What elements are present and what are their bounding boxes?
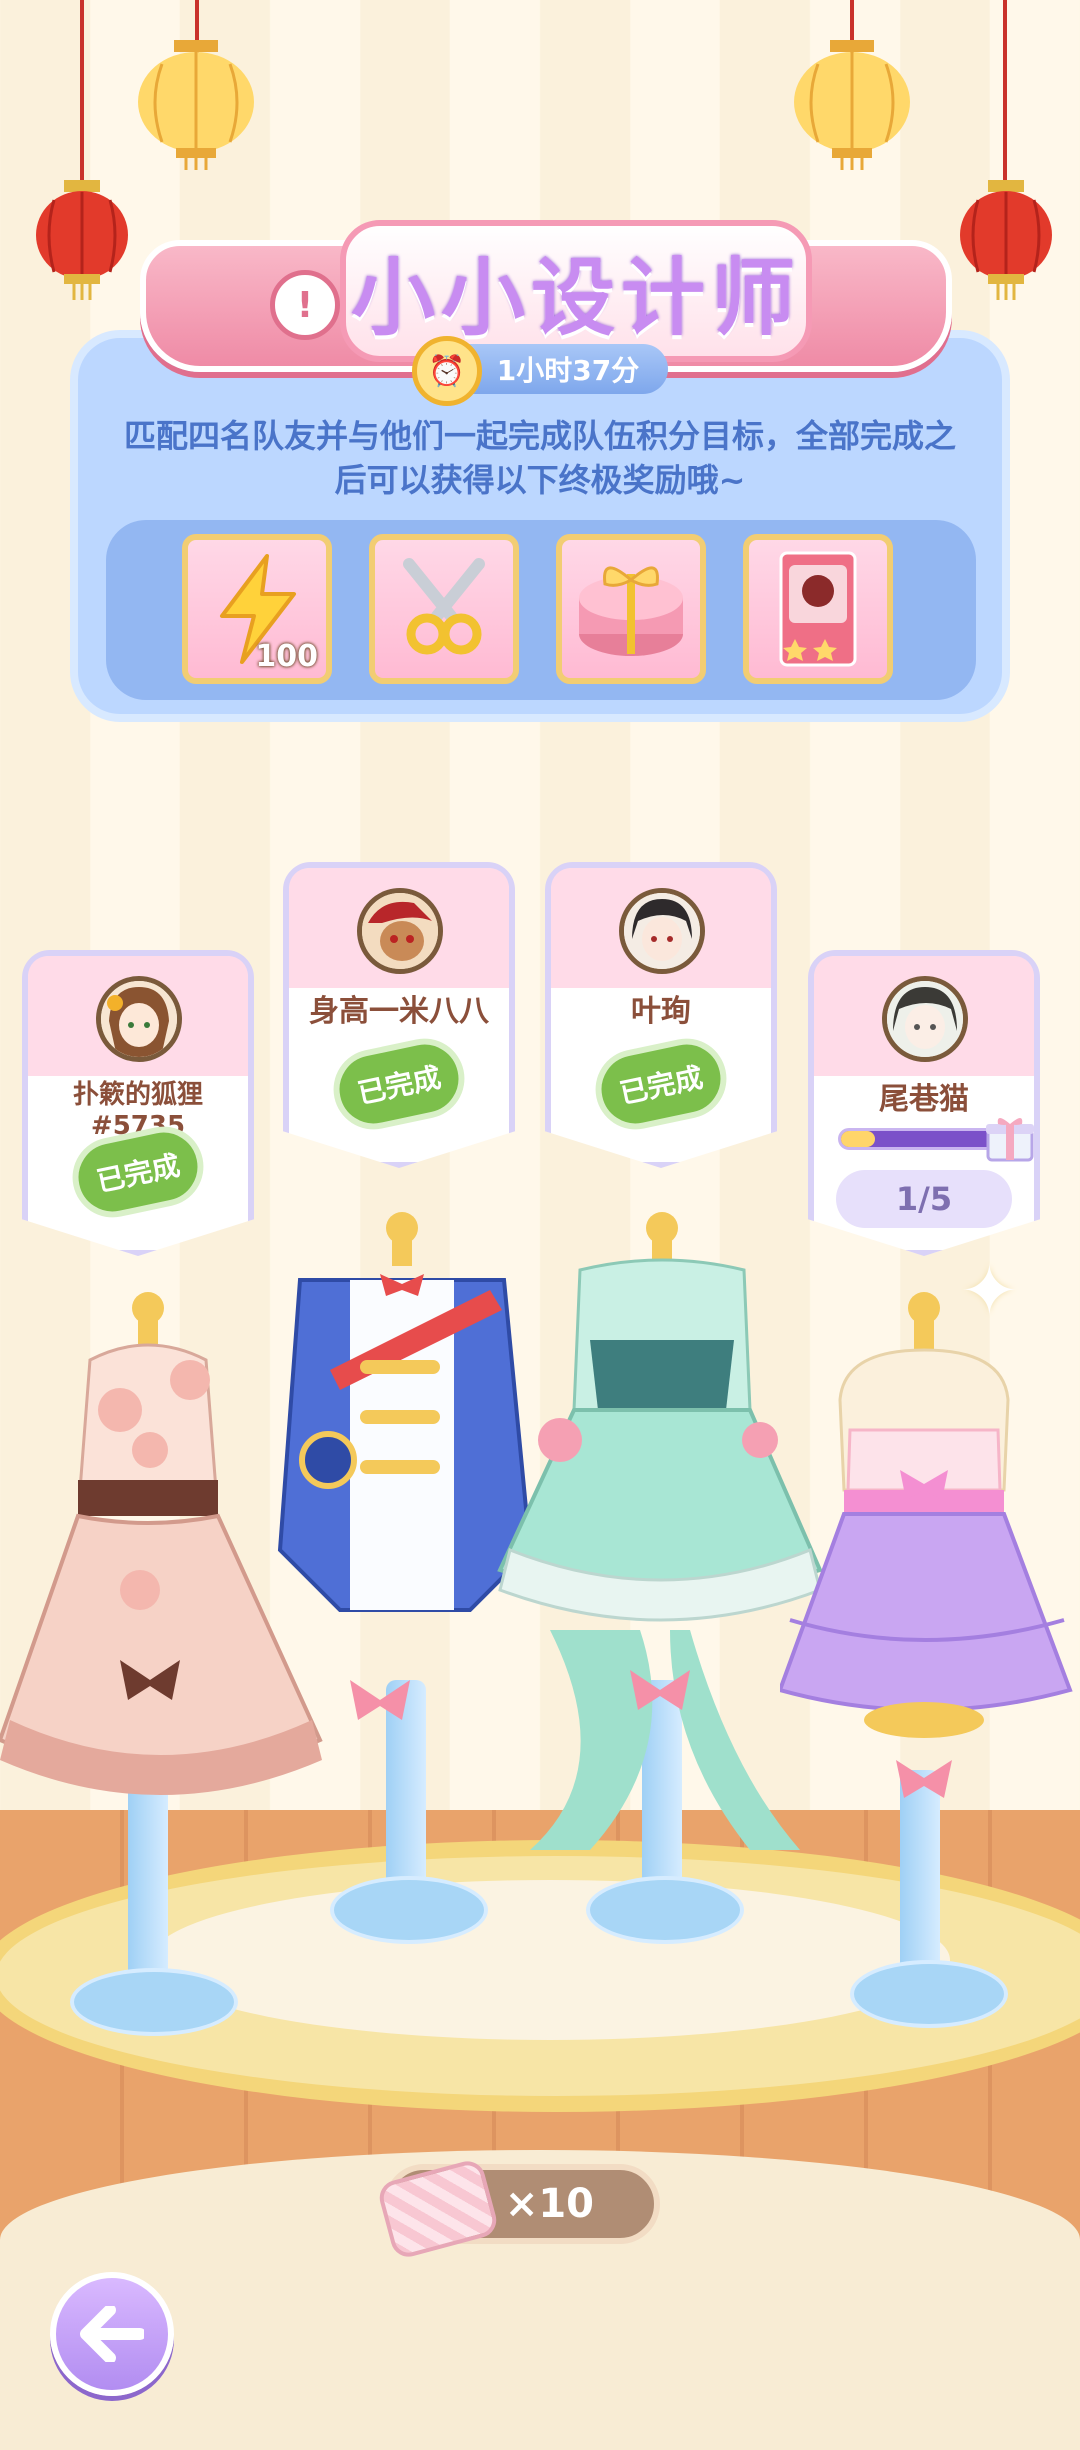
red-lantern-icon xyxy=(36,180,128,300)
completed-stamp: 已完成 xyxy=(588,1031,734,1137)
avatar xyxy=(96,976,182,1062)
stand-base xyxy=(330,1876,488,1944)
progress-count: 1/5 xyxy=(836,1170,1012,1228)
mint-dress-mannequin-icon[interactable] xyxy=(470,1210,830,1870)
member-name: 叶珣 xyxy=(631,994,691,1029)
progress-fill xyxy=(841,1131,875,1147)
stand-base xyxy=(70,1968,238,2036)
reward-count: 100 xyxy=(255,639,318,674)
reward-item-gift-cake[interactable] xyxy=(556,534,706,684)
avatar-portrait-icon xyxy=(887,981,963,1057)
member-card-3[interactable]: 叶珣 已完成 xyxy=(545,862,777,1168)
reward-item-scissors[interactable] xyxy=(369,534,519,684)
event-title: 小小设计师 xyxy=(340,220,812,362)
member-card-4[interactable]: 尾巷猫 1/5 xyxy=(808,950,1040,1256)
avatar xyxy=(619,888,705,974)
alarm-clock-icon: ⏰ xyxy=(412,336,482,406)
avatar-portrait-icon xyxy=(624,893,700,969)
card-pack-icon xyxy=(779,551,857,667)
avatar xyxy=(357,888,443,974)
avatar-portrait-icon xyxy=(362,893,438,969)
event-description: 匹配四名队友并与他们一起完成队伍积分目标，全部完成之后可以获得以下终极奖励哦~ xyxy=(123,417,956,499)
lantern-string-right2 xyxy=(1003,0,1007,190)
back-button[interactable] xyxy=(50,2272,174,2396)
gift-cake-icon xyxy=(579,566,683,656)
gift-box-icon xyxy=(986,1118,1034,1162)
avatar xyxy=(882,976,968,1062)
reward-item-card-pack[interactable] xyxy=(743,534,893,684)
avatar-portrait-icon xyxy=(101,981,177,1057)
sparkle-icon: ✦ xyxy=(960,1250,1019,1332)
member-card-1[interactable]: 扑簌的狐狸#5735 已完成 xyxy=(22,950,254,1256)
timer-text: 1小时37分 xyxy=(496,354,640,387)
completed-stamp: 已完成 xyxy=(326,1031,472,1137)
red-lantern-icon xyxy=(960,180,1052,300)
member-card-2[interactable]: 身高一米八八 已完成 xyxy=(283,862,515,1168)
lavender-dress-mannequin-icon[interactable] xyxy=(780,1290,1080,1830)
lantern-string-left xyxy=(80,0,84,190)
member-name: 身高一米八八 xyxy=(309,994,489,1029)
yellow-lantern-icon xyxy=(138,40,254,170)
cloth-count: ×10 xyxy=(504,2181,594,2227)
info-icon[interactable]: ! xyxy=(270,270,340,340)
stand-base xyxy=(586,1876,744,1944)
yellow-lantern-icon xyxy=(794,40,910,170)
stand-base xyxy=(850,1960,1008,2028)
reward-item-lightning[interactable]: 100 xyxy=(182,534,332,684)
scissors-icon xyxy=(403,558,485,655)
rug-center xyxy=(150,1880,950,2040)
back-arrow-icon xyxy=(80,2306,144,2362)
countdown-timer: ⏰ 1小时37分 xyxy=(412,336,668,406)
